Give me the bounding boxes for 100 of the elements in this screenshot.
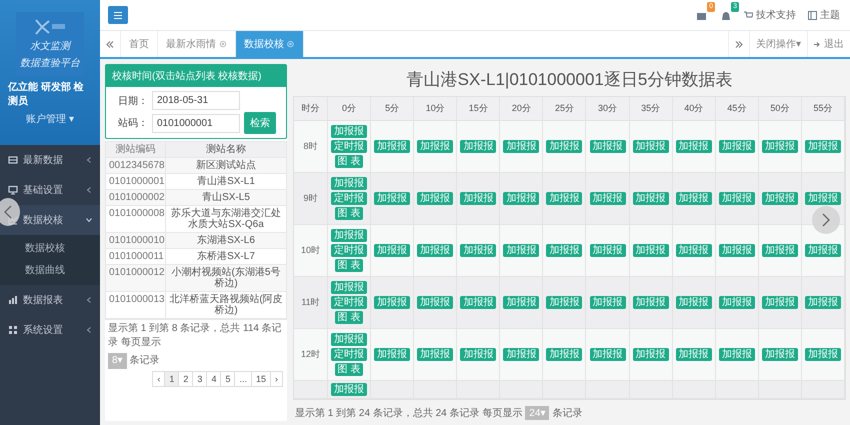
report-button[interactable]: 加报报 [762, 140, 798, 153]
table-cell[interactable]: 0101000012 [106, 265, 166, 292]
sidebar-item[interactable]: 数据报表 [0, 285, 100, 315]
report-button[interactable]: 加报报 [503, 296, 540, 309]
report-button[interactable]: 图 表 [334, 363, 364, 376]
report-button[interactable]: 加报报 [503, 244, 540, 257]
table-cell[interactable]: 0012345678 [106, 158, 166, 174]
page-link[interactable]: ‹ [152, 371, 166, 387]
report-button[interactable]: 图 表 [334, 259, 364, 272]
report-button[interactable]: 加报报 [676, 296, 712, 309]
report-button[interactable]: 加报报 [374, 140, 410, 153]
report-button[interactable]: 加报报 [546, 244, 582, 257]
date-field[interactable]: 2018-05-31 [152, 91, 240, 110]
report-button[interactable]: 加报报 [374, 296, 410, 309]
report-button[interactable]: 加报报 [762, 244, 798, 257]
report-button[interactable]: 加报报 [676, 192, 712, 205]
report-button[interactable]: 加报报 [718, 348, 755, 361]
report-button[interactable]: 定时报 [331, 192, 368, 205]
report-button[interactable]: 加报报 [590, 192, 626, 205]
report-button[interactable]: 加报报 [718, 140, 755, 153]
report-button[interactable]: 加报报 [460, 192, 496, 205]
table-cell[interactable]: 北洋桥蓝天路视频站(阿皮桥边) [166, 292, 286, 319]
report-button[interactable]: 定时报 [331, 140, 368, 153]
report-button[interactable]: 加报报 [546, 140, 582, 153]
report-button[interactable]: 加报报 [590, 296, 626, 309]
report-button[interactable]: 加报报 [417, 296, 454, 309]
report-button[interactable]: 定时报 [331, 296, 368, 309]
report-button[interactable]: 加报报 [417, 140, 454, 153]
menu-button[interactable] [108, 6, 128, 24]
table-cell[interactable]: 0101000010 [106, 233, 166, 249]
report-button[interactable]: 加报报 [762, 348, 798, 361]
page-link[interactable]: 5 [220, 371, 236, 387]
report-button[interactable]: 加报报 [590, 244, 626, 257]
report-button[interactable]: 加报报 [718, 244, 755, 257]
report-button[interactable]: 加报报 [804, 192, 841, 205]
station-field[interactable]: 0101000001 [152, 114, 240, 132]
page-link[interactable]: 1 [164, 371, 180, 387]
table-cell[interactable]: 0101000008 [106, 206, 166, 233]
report-button[interactable]: 加报报 [417, 192, 454, 205]
report-button[interactable]: 加报报 [503, 140, 540, 153]
report-button[interactable]: 加报报 [331, 229, 368, 242]
double-right-arrow-icon[interactable] [735, 40, 743, 48]
sidebar-subitem[interactable]: 数据曲线 [0, 259, 100, 281]
sidebar-item[interactable]: 基础设置 [0, 175, 100, 205]
sidebar-item[interactable]: 系统设置 [0, 315, 100, 345]
page-link[interactable]: 15 [250, 371, 271, 387]
report-button[interactable]: 加报报 [804, 244, 841, 257]
report-button[interactable]: 加报报 [676, 244, 712, 257]
report-button[interactable]: 加报报 [374, 192, 410, 205]
report-button[interactable]: 加报报 [632, 192, 669, 205]
report-button[interactable]: 加报报 [718, 296, 755, 309]
report-button[interactable]: 加报报 [804, 296, 841, 309]
sidebar-item[interactable]: 最新数据 [0, 145, 100, 175]
close-actions-dropdown[interactable]: 关闭操作▾ [749, 31, 807, 57]
report-button[interactable]: 加报报 [417, 244, 454, 257]
page-link[interactable]: 2 [178, 371, 194, 387]
page-size-dropdown[interactable]: 8▾ [108, 353, 127, 369]
page-size-dropdown[interactable]: 24▾ [525, 406, 550, 420]
report-button[interactable]: 加报报 [632, 296, 669, 309]
page-link[interactable]: 3 [192, 371, 208, 387]
sidebar-subitem[interactable]: 数据校核 [0, 237, 100, 259]
report-button[interactable]: 加报报 [762, 192, 798, 205]
search-button[interactable]: 检索 [244, 112, 276, 134]
report-button[interactable]: 加报报 [762, 296, 798, 309]
report-button[interactable]: 定时报 [331, 244, 368, 257]
toolbar-link[interactable]: 技术支持 [744, 8, 796, 22]
report-button[interactable]: 加报报 [590, 140, 626, 153]
page-link[interactable]: › [270, 371, 283, 387]
report-button[interactable]: 加报报 [546, 192, 582, 205]
logout-button[interactable]: 退出 [807, 31, 850, 57]
report-button[interactable]: 图 表 [334, 311, 364, 324]
page-link[interactable]: 4 [206, 371, 222, 387]
report-button[interactable]: 加报报 [460, 296, 496, 309]
report-button[interactable]: 加报报 [331, 333, 368, 346]
account-menu[interactable]: 账户管理 ▾ [26, 112, 74, 126]
table-cell[interactable]: 东湖港SX-L6 [166, 233, 286, 249]
table-cell[interactable]: 小潮村视频站(东湖港5号桥边) [166, 265, 286, 292]
table-cell[interactable]: 新区测试站点 [166, 158, 286, 174]
table-cell[interactable]: 青山SX-L5 [166, 190, 286, 206]
report-button[interactable]: 加报报 [331, 383, 368, 396]
table-cell[interactable]: 0101000002 [106, 190, 166, 206]
double-left-arrow-icon[interactable] [106, 40, 114, 48]
report-button[interactable]: 加报报 [546, 348, 582, 361]
table-cell[interactable]: 青山港SX-L1 [166, 174, 286, 190]
report-button[interactable]: 加报报 [331, 281, 368, 294]
report-button[interactable]: 图 表 [334, 207, 364, 220]
report-button[interactable]: 加报报 [331, 125, 368, 138]
table-cell[interactable]: 0101000013 [106, 292, 166, 319]
table-cell[interactable]: 0101000001 [106, 174, 166, 190]
report-button[interactable]: 加报报 [632, 244, 669, 257]
report-button[interactable]: 加报报 [374, 244, 410, 257]
report-button[interactable]: 加报报 [590, 348, 626, 361]
report-button[interactable]: 加报报 [676, 348, 712, 361]
report-button[interactable]: 加报报 [632, 348, 669, 361]
report-button[interactable]: 加报报 [460, 348, 496, 361]
tab[interactable]: 数据校核 ⊙ [236, 31, 304, 57]
table-cell[interactable]: 东桥港SX-L7 [166, 249, 286, 265]
report-button[interactable]: 加报报 [331, 177, 368, 190]
report-button[interactable]: 加报报 [460, 140, 496, 153]
report-button[interactable]: 加报报 [374, 348, 410, 361]
